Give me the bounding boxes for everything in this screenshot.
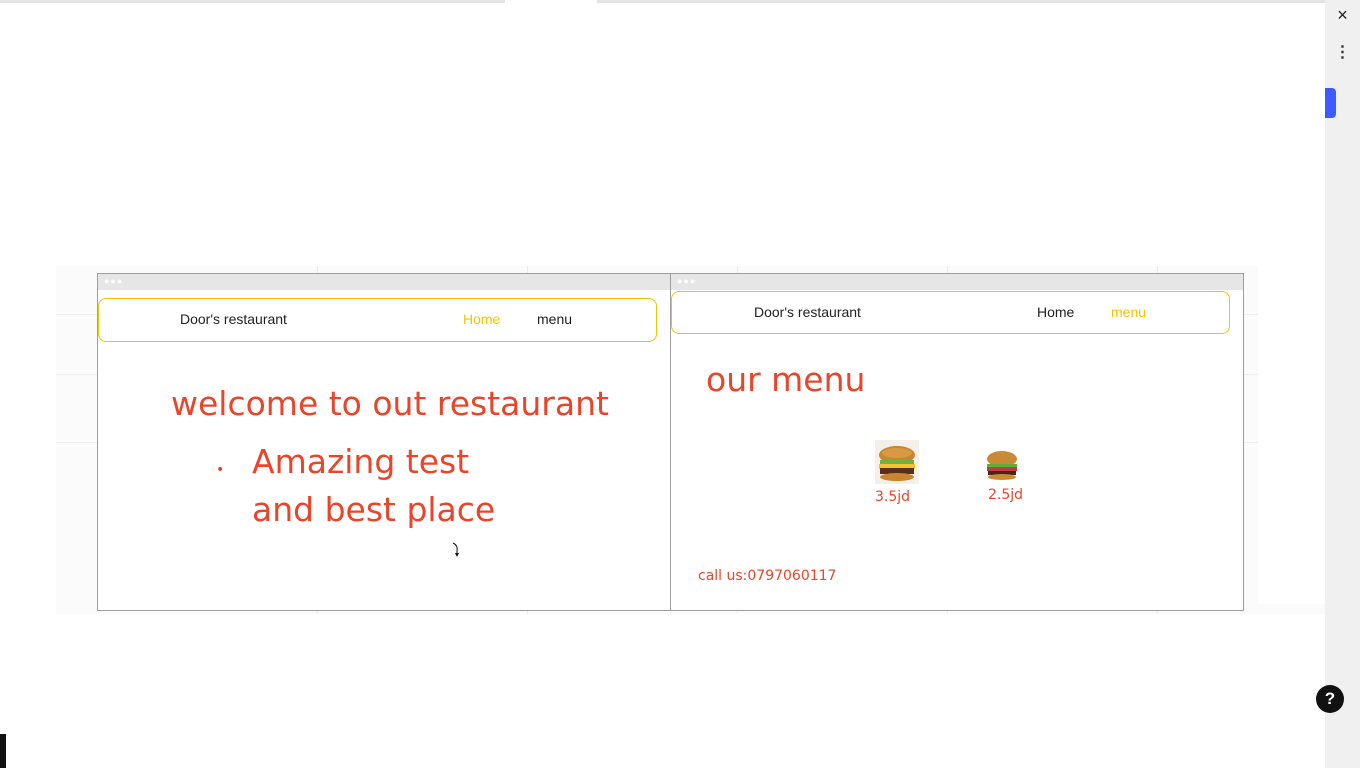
taskbar-edge [0,734,6,768]
burger-image[interactable] [875,440,919,484]
frame-title-bar: ●●● [98,274,671,290]
contact-phone: call us:0797060117 [698,568,837,584]
home-page-frame[interactable]: ●●● Door's restaurant Home menu welcome … [97,273,672,611]
nav-link-menu[interactable]: menu [1111,304,1146,320]
menu-item-price: 2.5jd [988,487,1024,503]
menu-item-price: 3.5jd [875,489,911,505]
brand-name: Door's restaurant [180,311,287,327]
welcome-heading: welcome to out restaurant [171,384,609,423]
burger-image[interactable] [984,449,1020,481]
mouse-cursor-icon [452,542,460,561]
frame-title-bar: ●●● [671,274,1243,290]
bullet-text-line1: Amazing test [252,442,470,481]
side-panel-tab[interactable] [1325,88,1336,118]
bullet-dot: • [216,462,225,478]
menu-page-frame[interactable]: ●●● Door's restaurant Home menu our menu… [670,273,1244,611]
menu-heading: our menu [706,360,866,399]
nav-link-home[interactable]: Home [463,311,500,327]
brand-name: Door's restaurant [754,304,861,320]
menu-navbar: Door's restaurant Home menu [671,291,1230,334]
bullet-text-line2: and best place [252,490,496,529]
nav-link-home[interactable]: Home [1037,304,1074,320]
help-icon[interactable]: ? [1316,685,1344,713]
nav-link-menu[interactable]: menu [537,311,572,327]
close-icon[interactable]: × [1325,0,1360,30]
more-options-icon[interactable]: ⋮ [1325,40,1360,64]
home-navbar: Door's restaurant Home menu [98,298,657,342]
browser-top-line [0,0,1325,3]
